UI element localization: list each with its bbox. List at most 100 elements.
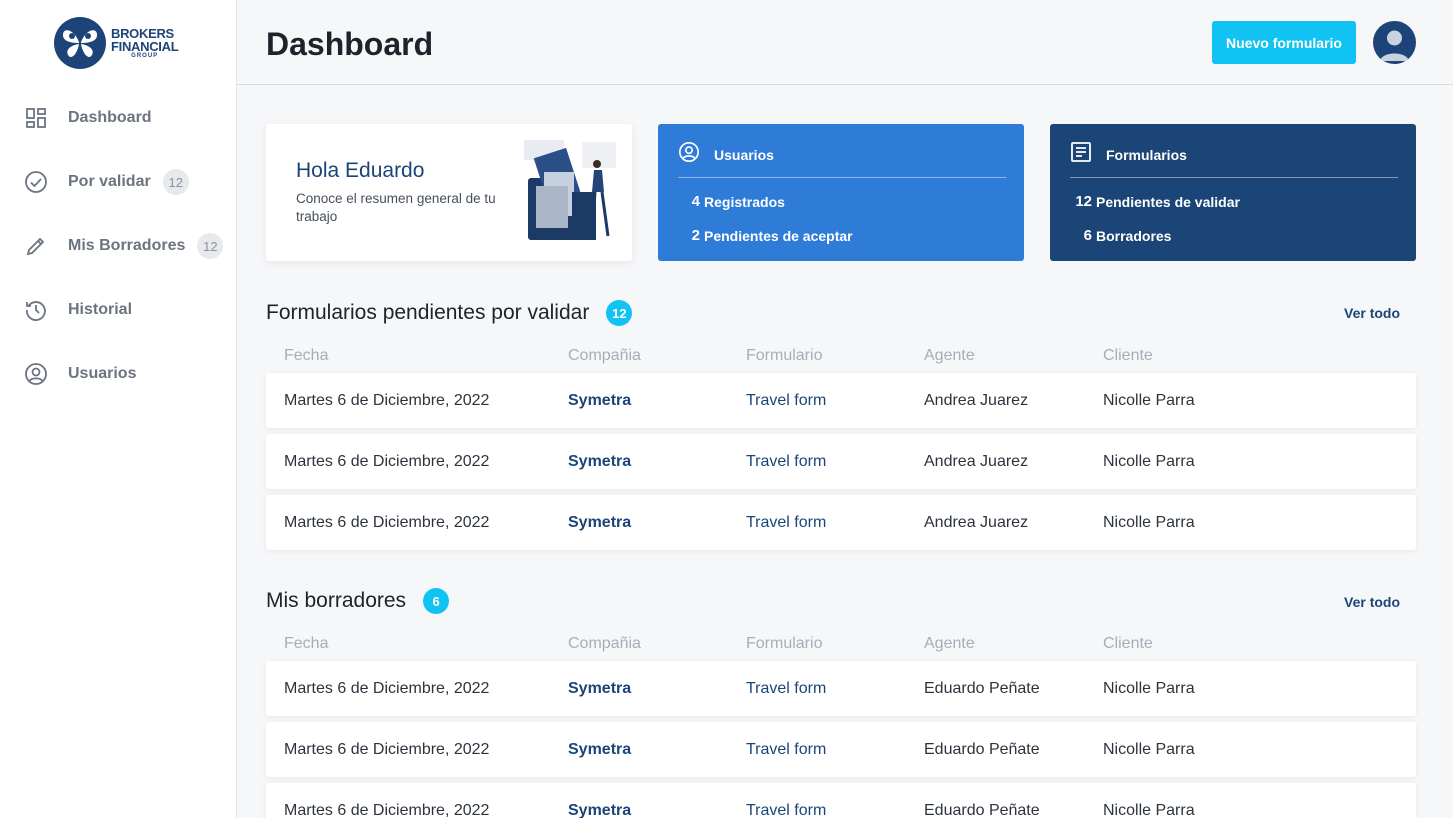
cell-date: Martes 6 de Diciembre, 2022 [284, 392, 490, 409]
table-row[interactable]: Martes 6 de Diciembre, 2022 Symetra Trav… [266, 661, 1416, 716]
sidebar-item-mis-borradores[interactable]: Mis Borradores 12 [0, 214, 236, 278]
users-card-title: Usuarios [714, 146, 774, 163]
sidebar-item-dashboard[interactable]: Dashboard [0, 86, 236, 150]
new-form-button[interactable]: Nuevo formulario [1212, 21, 1356, 64]
pending-table-header: Fecha Compañia Formulario Agente Cliente [266, 347, 1416, 369]
forms-stat-row: 6 Borradores [1070, 227, 1172, 244]
brand-line-1: BROKERS [111, 25, 174, 41]
stat-label: Pendientes de aceptar [704, 227, 853, 244]
column-header[interactable]: Agente [924, 635, 975, 653]
cell-form[interactable]: Travel form [746, 802, 826, 818]
column-header[interactable]: Compañia [568, 635, 641, 653]
welcome-card: Hola Eduardo Conoce el resumen general d… [266, 124, 632, 261]
sidebar: BROKERS FINANCIAL GROUP Dashboard Por va… [0, 0, 237, 818]
sidebar-item-usuarios[interactable]: Usuarios [0, 342, 236, 406]
stat-label: Borradores [1096, 227, 1172, 244]
welcome-subtitle: Conoce el resumen general de tu trabajo [296, 191, 496, 224]
stat-number: 6 [1083, 227, 1092, 244]
cell-company[interactable]: Symetra [568, 741, 631, 759]
stat-number: 12 [1075, 193, 1092, 210]
divider [678, 177, 1006, 178]
cell-company[interactable]: Symetra [568, 802, 631, 818]
column-header[interactable]: Fecha [284, 347, 328, 365]
history-icon [24, 298, 48, 322]
butterfly-logo-icon [54, 17, 106, 69]
top-header: Dashboard Nuevo formulario [237, 0, 1453, 85]
users-stat-row: 2 Pendientes de aceptar [678, 227, 853, 244]
forms-summary-card[interactable]: Formularios 12 Pendientes de validar 6 B… [1050, 124, 1416, 261]
stat-number: 2 [691, 227, 700, 244]
cell-form[interactable]: Travel form [746, 741, 826, 759]
table-row[interactable]: Martes 6 de Diciembre, 2022 Symetra Trav… [266, 783, 1416, 818]
check-circle-icon [24, 170, 48, 194]
cell-agent: Andrea Juarez [924, 453, 1029, 470]
sidebar-item-badge: 12 [197, 233, 224, 259]
count-badge: 6 [423, 588, 450, 614]
welcome-title: Hola Eduardo [296, 159, 425, 182]
cell-client: Nicolle Parra [1103, 802, 1195, 818]
table-row[interactable]: Martes 6 de Diciembre, 2022 Symetra Trav… [266, 434, 1416, 489]
cell-client: Nicolle Parra [1103, 741, 1195, 758]
column-header[interactable]: Formulario [746, 347, 822, 365]
cell-form[interactable]: Travel form [746, 514, 826, 532]
cell-agent: Andrea Juarez [924, 514, 1029, 531]
column-header[interactable]: Cliente [1103, 347, 1153, 365]
cell-agent: Andrea Juarez [924, 392, 1029, 409]
document-icon [1070, 141, 1092, 168]
user-circle-icon [678, 141, 700, 168]
users-summary-card[interactable]: Usuarios 4 Registrados 2 Pendientes de a… [658, 124, 1024, 261]
drafts-section-title: Mis borradores 6 [266, 588, 450, 614]
section-heading: Mis borradores [266, 589, 407, 612]
section-heading: Formularios pendientes por validar [266, 301, 590, 324]
column-header[interactable]: Compañia [568, 347, 641, 365]
column-header[interactable]: Formulario [746, 635, 822, 653]
cell-company[interactable]: Symetra [568, 392, 631, 410]
sidebar-item-por-validar[interactable]: Por validar 12 [0, 150, 236, 214]
cell-company[interactable]: Symetra [568, 453, 631, 471]
cell-client: Nicolle Parra [1103, 680, 1195, 697]
cell-form[interactable]: Travel form [746, 680, 826, 698]
dashboard-icon [24, 106, 48, 130]
pending-section-title: Formularios pendientes por validar 12 [266, 300, 633, 326]
sidebar-nav: Dashboard Por validar 12 Mis Borradores … [0, 86, 236, 406]
column-header[interactable]: Fecha [284, 635, 328, 653]
drafts-see-all-link[interactable]: Ver todo [1344, 594, 1400, 610]
documents-illustration-icon [524, 140, 616, 240]
brand-name: BROKERS FINANCIAL GROUP [111, 25, 179, 60]
cell-client: Nicolle Parra [1103, 514, 1195, 531]
cell-agent: Eduardo Peñate [924, 802, 1040, 818]
table-row[interactable]: Martes 6 de Diciembre, 2022 Symetra Trav… [266, 722, 1416, 777]
cell-company[interactable]: Symetra [568, 680, 631, 698]
cell-form[interactable]: Travel form [746, 392, 826, 410]
users-stat-row: 4 Registrados [678, 193, 785, 210]
count-badge: 12 [606, 300, 633, 326]
sidebar-item-label: Mis Borradores [68, 237, 186, 254]
drafts-table-header: Fecha Compañia Formulario Agente Cliente [266, 635, 1416, 657]
divider [1070, 177, 1398, 178]
column-header[interactable]: Agente [924, 347, 975, 365]
cell-company[interactable]: Symetra [568, 514, 631, 532]
table-row[interactable]: Martes 6 de Diciembre, 2022 Symetra Trav… [266, 495, 1416, 550]
brand-line-3: GROUP [131, 52, 159, 59]
cell-form[interactable]: Travel form [746, 453, 826, 471]
pencil-icon [24, 234, 48, 258]
forms-stat-row: 12 Pendientes de validar [1070, 193, 1240, 210]
forms-card-title: Formularios [1106, 146, 1187, 163]
table-row[interactable]: Martes 6 de Diciembre, 2022 Symetra Trav… [266, 373, 1416, 428]
sidebar-item-historial[interactable]: Historial [0, 278, 236, 342]
pending-see-all-link[interactable]: Ver todo [1344, 305, 1400, 321]
cell-date: Martes 6 de Diciembre, 2022 [284, 741, 490, 758]
sidebar-item-label: Historial [68, 301, 133, 318]
user-circle-icon [24, 362, 48, 386]
stat-label: Registrados [704, 193, 785, 210]
page-title: Dashboard [266, 26, 434, 62]
cell-date: Martes 6 de Diciembre, 2022 [284, 680, 490, 697]
avatar[interactable] [1373, 21, 1416, 64]
stat-number: 4 [691, 193, 700, 210]
cell-agent: Eduardo Peñate [924, 680, 1040, 697]
sidebar-item-badge: 12 [162, 169, 189, 195]
cell-date: Martes 6 de Diciembre, 2022 [284, 453, 490, 470]
column-header[interactable]: Cliente [1103, 635, 1153, 653]
brand-logo[interactable]: BROKERS FINANCIAL GROUP [54, 17, 179, 69]
cell-agent: Eduardo Peñate [924, 741, 1040, 758]
